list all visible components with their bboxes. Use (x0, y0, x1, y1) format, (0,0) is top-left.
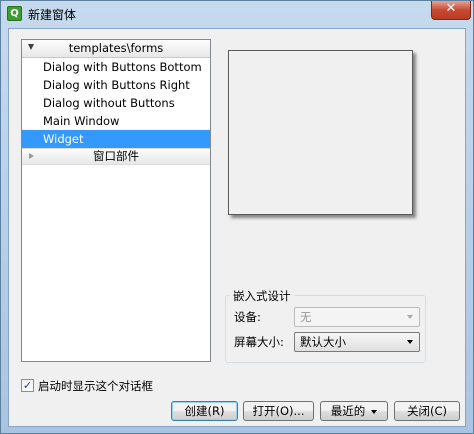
expanded-arrow-icon[interactable] (28, 44, 34, 50)
tree-item-dialog-buttons-bottom[interactable]: Dialog with Buttons Bottom (22, 58, 210, 76)
recent-button-label: 最近的 (330, 404, 366, 418)
title-bar[interactable]: Q 新建窗体 ✕ (1, 1, 473, 27)
tree-item-dialog-buttons-right[interactable]: Dialog with Buttons Right (22, 76, 210, 94)
recent-button[interactable]: 最近的 (320, 401, 388, 421)
screen-size-label: 屏幕大小: (234, 335, 284, 349)
tree-item-main-window[interactable]: Main Window (22, 112, 210, 130)
create-button-label: 创建(R) (184, 404, 225, 418)
tree-group-templates-forms[interactable]: templates\forms (22, 40, 210, 58)
chevron-down-icon (407, 315, 413, 319)
tree-group-label: 窗口部件 (93, 149, 139, 163)
show-on-startup-checkbox[interactable]: ✓ (21, 379, 34, 392)
close-button[interactable]: 关闭(C) (394, 401, 460, 421)
screen-size-combobox[interactable]: 默认大小 (294, 332, 420, 352)
open-button-label: 打开(O)... (252, 404, 305, 418)
create-button[interactable]: 创建(R) (171, 401, 238, 421)
tree-item-widget[interactable]: Widget (22, 130, 210, 148)
device-label: 设备: (234, 310, 261, 324)
embedded-design-group: 嵌入式设计 设备: 无 屏幕大小: 默认大小 (225, 288, 426, 363)
show-on-startup-label[interactable]: 启动时显示这个对话框 (38, 378, 153, 394)
new-form-dialog: Q 新建窗体 ✕ templates\forms Dialog with But… (0, 0, 474, 434)
close-button-label: 关闭(C) (406, 404, 447, 418)
collapsed-arrow-icon[interactable] (29, 153, 34, 159)
tree-group-widgets[interactable]: 窗口部件 (22, 148, 210, 165)
device-combobox: 无 (294, 307, 420, 327)
form-preview (228, 50, 413, 215)
template-tree[interactable]: templates\forms Dialog with Buttons Bott… (21, 39, 211, 362)
device-value: 无 (300, 310, 312, 324)
window-title: 新建窗体 (28, 8, 77, 22)
dialog-body: templates\forms Dialog with Buttons Bott… (8, 28, 466, 427)
open-button[interactable]: 打开(O)... (243, 401, 314, 421)
qt-app-icon: Q (7, 6, 22, 21)
tree-group-label: templates\forms (68, 41, 164, 55)
tree-item-dialog-without-buttons[interactable]: Dialog without Buttons (22, 94, 210, 112)
close-window-button[interactable]: ✕ (431, 1, 471, 20)
group-title: 嵌入式设计 (230, 288, 294, 304)
screen-size-value: 默认大小 (300, 335, 346, 349)
chevron-down-icon[interactable] (407, 340, 413, 344)
chevron-down-icon (371, 409, 378, 414)
